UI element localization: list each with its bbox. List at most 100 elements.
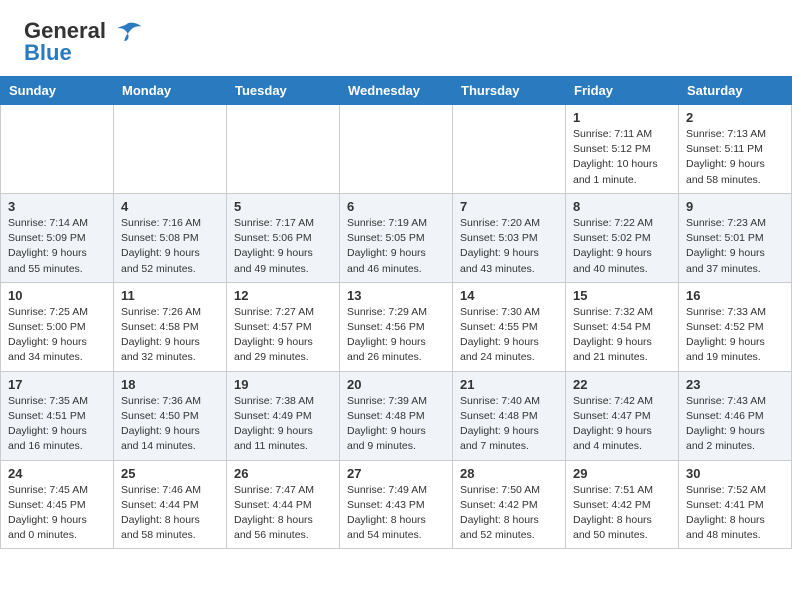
day-detail: Sunrise: 7:30 AM Sunset: 4:55 PM Dayligh… bbox=[460, 305, 558, 366]
day-number: 19 bbox=[234, 377, 332, 392]
page: General Blue SundayMondayTuesdayWednesda… bbox=[0, 0, 792, 549]
calendar-cell: 1Sunrise: 7:11 AM Sunset: 5:12 PM Daylig… bbox=[566, 105, 679, 194]
day-detail: Sunrise: 7:40 AM Sunset: 4:48 PM Dayligh… bbox=[460, 394, 558, 455]
calendar-cell: 21 Sunrise: 7:40 AM Sunset: 4:48 PM Dayli… bbox=[453, 371, 566, 460]
header: General Blue bbox=[0, 0, 792, 76]
calendar-week-4: 17 Sunrise: 7:35 AM Sunset: 4:51 PM Dayli… bbox=[1, 371, 792, 460]
calendar-cell: 11 Sunrise: 7:26 AM Sunset: 4:58 PM Dayli… bbox=[114, 282, 227, 371]
calendar: SundayMondayTuesdayWednesdayThursdayFrid… bbox=[0, 76, 792, 549]
day-number: 22 bbox=[573, 377, 671, 392]
day-number: 29 bbox=[573, 466, 671, 481]
day-number: 18 bbox=[121, 377, 219, 392]
day-number: 26 bbox=[234, 466, 332, 481]
day-number: 2 bbox=[686, 110, 784, 125]
day-detail: Sunrise: 7:45 AM Sunset: 4:45 PM Dayligh… bbox=[8, 483, 106, 544]
day-detail: Sunrise: 7:17 AM Sunset: 5:06 PM Dayligh… bbox=[234, 216, 332, 277]
calendar-cell: 14 Sunrise: 7:30 AM Sunset: 4:55 PM Dayli… bbox=[453, 282, 566, 371]
day-number: 7 bbox=[460, 199, 558, 214]
day-number: 4 bbox=[121, 199, 219, 214]
calendar-cell: 13 Sunrise: 7:29 AM Sunset: 4:56 PM Dayli… bbox=[340, 282, 453, 371]
day-number: 21 bbox=[460, 377, 558, 392]
day-number: 15 bbox=[573, 288, 671, 303]
weekday-header-tuesday: Tuesday bbox=[227, 77, 340, 105]
calendar-header-row: SundayMondayTuesdayWednesdayThursdayFrid… bbox=[1, 77, 792, 105]
day-number: 5 bbox=[234, 199, 332, 214]
day-detail: Sunrise: 7:22 AM Sunset: 5:02 PM Dayligh… bbox=[573, 216, 671, 277]
calendar-cell: 16 Sunrise: 7:33 AM Sunset: 4:52 PM Dayli… bbox=[679, 282, 792, 371]
calendar-cell: 7Sunrise: 7:20 AM Sunset: 5:03 PM Daylig… bbox=[453, 193, 566, 282]
day-number: 6 bbox=[347, 199, 445, 214]
day-number: 13 bbox=[347, 288, 445, 303]
calendar-cell: 25 Sunrise: 7:46 AM Sunset: 4:44 PM Dayli… bbox=[114, 460, 227, 549]
calendar-cell: 15 Sunrise: 7:32 AM Sunset: 4:54 PM Dayli… bbox=[566, 282, 679, 371]
calendar-cell bbox=[1, 105, 114, 194]
weekday-header-thursday: Thursday bbox=[453, 77, 566, 105]
day-detail: Sunrise: 7:50 AM Sunset: 4:42 PM Dayligh… bbox=[460, 483, 558, 544]
calendar-cell: 28 Sunrise: 7:50 AM Sunset: 4:42 PM Dayli… bbox=[453, 460, 566, 549]
calendar-cell: 17 Sunrise: 7:35 AM Sunset: 4:51 PM Dayli… bbox=[1, 371, 114, 460]
day-number: 10 bbox=[8, 288, 106, 303]
day-number: 23 bbox=[686, 377, 784, 392]
calendar-cell: 10 Sunrise: 7:25 AM Sunset: 5:00 PM Dayli… bbox=[1, 282, 114, 371]
day-detail: Sunrise: 7:23 AM Sunset: 5:01 PM Dayligh… bbox=[686, 216, 784, 277]
day-number: 30 bbox=[686, 466, 784, 481]
day-detail: Sunrise: 7:11 AM Sunset: 5:12 PM Dayligh… bbox=[573, 127, 671, 188]
day-number: 25 bbox=[121, 466, 219, 481]
calendar-cell: 29 Sunrise: 7:51 AM Sunset: 4:42 PM Dayli… bbox=[566, 460, 679, 549]
day-detail: Sunrise: 7:36 AM Sunset: 4:50 PM Dayligh… bbox=[121, 394, 219, 455]
day-detail: Sunrise: 7:43 AM Sunset: 4:46 PM Dayligh… bbox=[686, 394, 784, 455]
day-detail: Sunrise: 7:46 AM Sunset: 4:44 PM Dayligh… bbox=[121, 483, 219, 544]
day-detail: Sunrise: 7:33 AM Sunset: 4:52 PM Dayligh… bbox=[686, 305, 784, 366]
day-number: 11 bbox=[121, 288, 219, 303]
day-detail: Sunrise: 7:47 AM Sunset: 4:44 PM Dayligh… bbox=[234, 483, 332, 544]
day-number: 12 bbox=[234, 288, 332, 303]
calendar-cell: 24Sunrise: 7:45 AM Sunset: 4:45 PM Dayli… bbox=[1, 460, 114, 549]
calendar-cell bbox=[227, 105, 340, 194]
calendar-cell: 30Sunrise: 7:52 AM Sunset: 4:41 PM Dayli… bbox=[679, 460, 792, 549]
calendar-cell bbox=[453, 105, 566, 194]
day-number: 9 bbox=[686, 199, 784, 214]
day-number: 20 bbox=[347, 377, 445, 392]
calendar-week-1: 1Sunrise: 7:11 AM Sunset: 5:12 PM Daylig… bbox=[1, 105, 792, 194]
calendar-cell: 20 Sunrise: 7:39 AM Sunset: 4:48 PM Dayli… bbox=[340, 371, 453, 460]
calendar-cell: 3 Sunrise: 7:14 AM Sunset: 5:09 PM Daylig… bbox=[1, 193, 114, 282]
day-detail: Sunrise: 7:39 AM Sunset: 4:48 PM Dayligh… bbox=[347, 394, 445, 455]
calendar-cell: 23 Sunrise: 7:43 AM Sunset: 4:46 PM Dayli… bbox=[679, 371, 792, 460]
weekday-header-sunday: Sunday bbox=[1, 77, 114, 105]
day-number: 14 bbox=[460, 288, 558, 303]
logo: General Blue bbox=[24, 18, 144, 66]
calendar-cell: 4Sunrise: 7:16 AM Sunset: 5:08 PM Daylig… bbox=[114, 193, 227, 282]
day-detail: Sunrise: 7:35 AM Sunset: 4:51 PM Dayligh… bbox=[8, 394, 106, 455]
calendar-cell bbox=[114, 105, 227, 194]
day-detail: Sunrise: 7:26 AM Sunset: 4:58 PM Dayligh… bbox=[121, 305, 219, 366]
day-number: 17 bbox=[8, 377, 106, 392]
day-detail: Sunrise: 7:32 AM Sunset: 4:54 PM Dayligh… bbox=[573, 305, 671, 366]
calendar-cell: 26 Sunrise: 7:47 AM Sunset: 4:44 PM Dayli… bbox=[227, 460, 340, 549]
day-number: 8 bbox=[573, 199, 671, 214]
calendar-week-5: 24Sunrise: 7:45 AM Sunset: 4:45 PM Dayli… bbox=[1, 460, 792, 549]
calendar-cell: 8 Sunrise: 7:22 AM Sunset: 5:02 PM Daylig… bbox=[566, 193, 679, 282]
day-detail: Sunrise: 7:13 AM Sunset: 5:11 PM Dayligh… bbox=[686, 127, 784, 188]
calendar-cell: 22 Sunrise: 7:42 AM Sunset: 4:47 PM Dayli… bbox=[566, 371, 679, 460]
weekday-header-wednesday: Wednesday bbox=[340, 77, 453, 105]
day-detail: Sunrise: 7:51 AM Sunset: 4:42 PM Dayligh… bbox=[573, 483, 671, 544]
calendar-cell bbox=[340, 105, 453, 194]
calendar-cell: 19Sunrise: 7:38 AM Sunset: 4:49 PM Dayli… bbox=[227, 371, 340, 460]
day-number: 3 bbox=[8, 199, 106, 214]
weekday-header-monday: Monday bbox=[114, 77, 227, 105]
day-detail: Sunrise: 7:14 AM Sunset: 5:09 PM Dayligh… bbox=[8, 216, 106, 277]
day-detail: Sunrise: 7:29 AM Sunset: 4:56 PM Dayligh… bbox=[347, 305, 445, 366]
calendar-cell: 9 Sunrise: 7:23 AM Sunset: 5:01 PM Daylig… bbox=[679, 193, 792, 282]
day-number: 28 bbox=[460, 466, 558, 481]
calendar-cell: 12 Sunrise: 7:27 AM Sunset: 4:57 PM Dayli… bbox=[227, 282, 340, 371]
day-number: 27 bbox=[347, 466, 445, 481]
day-detail: Sunrise: 7:27 AM Sunset: 4:57 PM Dayligh… bbox=[234, 305, 332, 366]
day-detail: Sunrise: 7:19 AM Sunset: 5:05 PM Dayligh… bbox=[347, 216, 445, 277]
day-number: 16 bbox=[686, 288, 784, 303]
day-detail: Sunrise: 7:25 AM Sunset: 5:00 PM Dayligh… bbox=[8, 305, 106, 366]
logo-blue: Blue bbox=[24, 40, 72, 66]
calendar-cell: 2 Sunrise: 7:13 AM Sunset: 5:11 PM Daylig… bbox=[679, 105, 792, 194]
calendar-cell: 6 Sunrise: 7:19 AM Sunset: 5:05 PM Daylig… bbox=[340, 193, 453, 282]
weekday-header-saturday: Saturday bbox=[679, 77, 792, 105]
day-detail: Sunrise: 7:42 AM Sunset: 4:47 PM Dayligh… bbox=[573, 394, 671, 455]
